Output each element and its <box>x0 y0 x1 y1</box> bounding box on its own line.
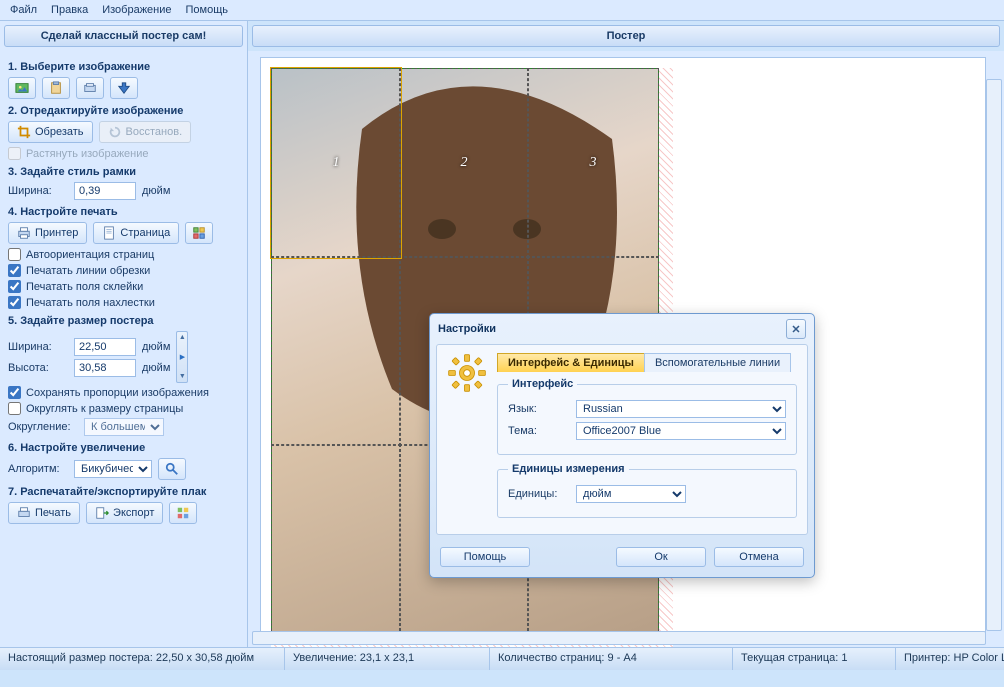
preview-zoom-button[interactable] <box>158 458 186 480</box>
frame-width-unit: дюйм <box>142 185 170 197</box>
export-options-button[interactable] <box>169 502 197 524</box>
scan-button[interactable] <box>76 77 104 99</box>
poster-width-input[interactable] <box>74 338 136 356</box>
tab-guides[interactable]: Вспомогательные линии <box>644 353 791 372</box>
print-button[interactable]: Печать <box>8 502 80 524</box>
browse-button[interactable] <box>110 77 138 99</box>
algo-select[interactable]: Бикубическ <box>74 460 152 478</box>
page-options-button[interactable] <box>185 222 213 244</box>
poster-height-label: Высота: <box>8 362 68 374</box>
section-3-title: 3. Задайте стиль рамки <box>8 166 239 178</box>
scrollbar-horizontal[interactable] <box>252 631 986 645</box>
section-7-title: 7. Распечатайте/экспортируйте плак <box>8 486 239 498</box>
settings-dialog: Настройки ✕ Интерфейс & Единицы Вспомога… <box>429 313 815 578</box>
scrollbar-vertical[interactable] <box>986 79 1002 631</box>
export-button[interactable]: Экспорт <box>86 502 163 524</box>
dialog-ok-button[interactable]: Ок <box>616 547 706 567</box>
overlap-fields-checkbox[interactable]: Печатать поля нахлестки <box>8 296 239 309</box>
selected-tile-outline <box>270 67 402 259</box>
status-zoom: Увеличение: 23,1 x 23,1 <box>285 648 490 670</box>
stretch-checkbox: Растянуть изображение <box>8 147 239 160</box>
auto-orient-checkbox[interactable]: Автоориентация страниц <box>8 248 239 261</box>
menubar: Файл Правка Изображение Помощь <box>0 0 1004 21</box>
size-slider[interactable]: ▲▶▼ <box>176 331 188 383</box>
menu-file[interactable]: Файл <box>10 4 37 16</box>
status-current-page: Текущая страница: 1 <box>733 648 896 670</box>
tile-3[interactable]: 3 <box>527 68 659 258</box>
section-5-title: 5. Задайте размер постера <box>8 315 239 327</box>
paste-button[interactable] <box>42 77 70 99</box>
algo-label: Алгоритм: <box>8 463 68 475</box>
status-pages: Количество страниц: 9 - A4 <box>490 648 733 670</box>
keep-ratio-checkbox[interactable]: Сохранять пропорции изображения <box>8 386 239 399</box>
poster-height-input[interactable] <box>74 359 136 377</box>
lang-select[interactable]: Russian <box>576 400 786 418</box>
menu-image[interactable]: Изображение <box>102 4 171 16</box>
section-1-title: 1. Выберите изображение <box>8 61 239 73</box>
statusbar: Настоящий размер постера: 22,50 x 30,58 … <box>0 647 1004 670</box>
units-select[interactable]: дюйм <box>576 485 686 503</box>
units-fieldset: Единицы измерения Единицы:дюйм <box>497 463 797 518</box>
sidebar: Сделай классный постер сам! 1. Выберите … <box>0 21 248 647</box>
section-2-title: 2. Отредактируйте изображение <box>8 105 239 117</box>
cut-lines-checkbox[interactable]: Печатать линии обрезки <box>8 264 239 277</box>
frame-width-label: Ширина: <box>8 185 68 197</box>
tile-7[interactable] <box>271 444 401 636</box>
theme-select[interactable]: Office2007 Blue <box>576 422 786 440</box>
page-button[interactable]: Страница <box>93 222 179 244</box>
status-size: Настоящий размер постера: 22,50 x 30,58 … <box>0 648 285 670</box>
gear-icon <box>447 353 487 526</box>
poster-width-label: Ширина: <box>8 341 68 353</box>
menu-edit[interactable]: Правка <box>51 4 88 16</box>
restore-button: Восстанов. <box>99 121 192 143</box>
units-label: Единицы: <box>508 488 568 500</box>
frame-width-input[interactable] <box>74 182 136 200</box>
interface-fieldset: Интерфейс Язык:Russian Тема:Office2007 B… <box>497 378 797 455</box>
section-6-title: 6. Настройте увеличение <box>8 442 239 454</box>
close-icon[interactable]: ✕ <box>786 319 806 339</box>
open-image-button[interactable] <box>8 77 36 99</box>
glue-fields-checkbox[interactable]: Печатать поля склейки <box>8 280 239 293</box>
dialog-cancel-button[interactable]: Отмена <box>714 547 804 567</box>
section-4-title: 4. Настройте печать <box>8 206 239 218</box>
tab-interface[interactable]: Интерфейс & Единицы <box>497 353 645 372</box>
theme-label: Тема: <box>508 425 568 437</box>
lang-label: Язык: <box>508 403 568 415</box>
printer-button[interactable]: Принтер <box>8 222 87 244</box>
status-printer: Принтер: HP Color LaserJet C... <box>896 648 1004 670</box>
tile-4[interactable] <box>271 256 401 446</box>
dialog-title: Настройки <box>438 323 496 335</box>
poster-title: Постер <box>252 25 1000 47</box>
tile-2[interactable]: 2 <box>399 68 529 258</box>
sidebar-title: Сделай классный постер сам! <box>4 25 243 47</box>
menu-help[interactable]: Помощь <box>186 4 229 16</box>
round-page-checkbox[interactable]: Округлять к размеру страницы <box>8 402 239 415</box>
rounding-select: К большем <box>84 418 164 436</box>
rounding-label: Округление: <box>8 421 78 433</box>
crop-button[interactable]: Обрезать <box>8 121 93 143</box>
dialog-help-button[interactable]: Помощь <box>440 547 530 567</box>
